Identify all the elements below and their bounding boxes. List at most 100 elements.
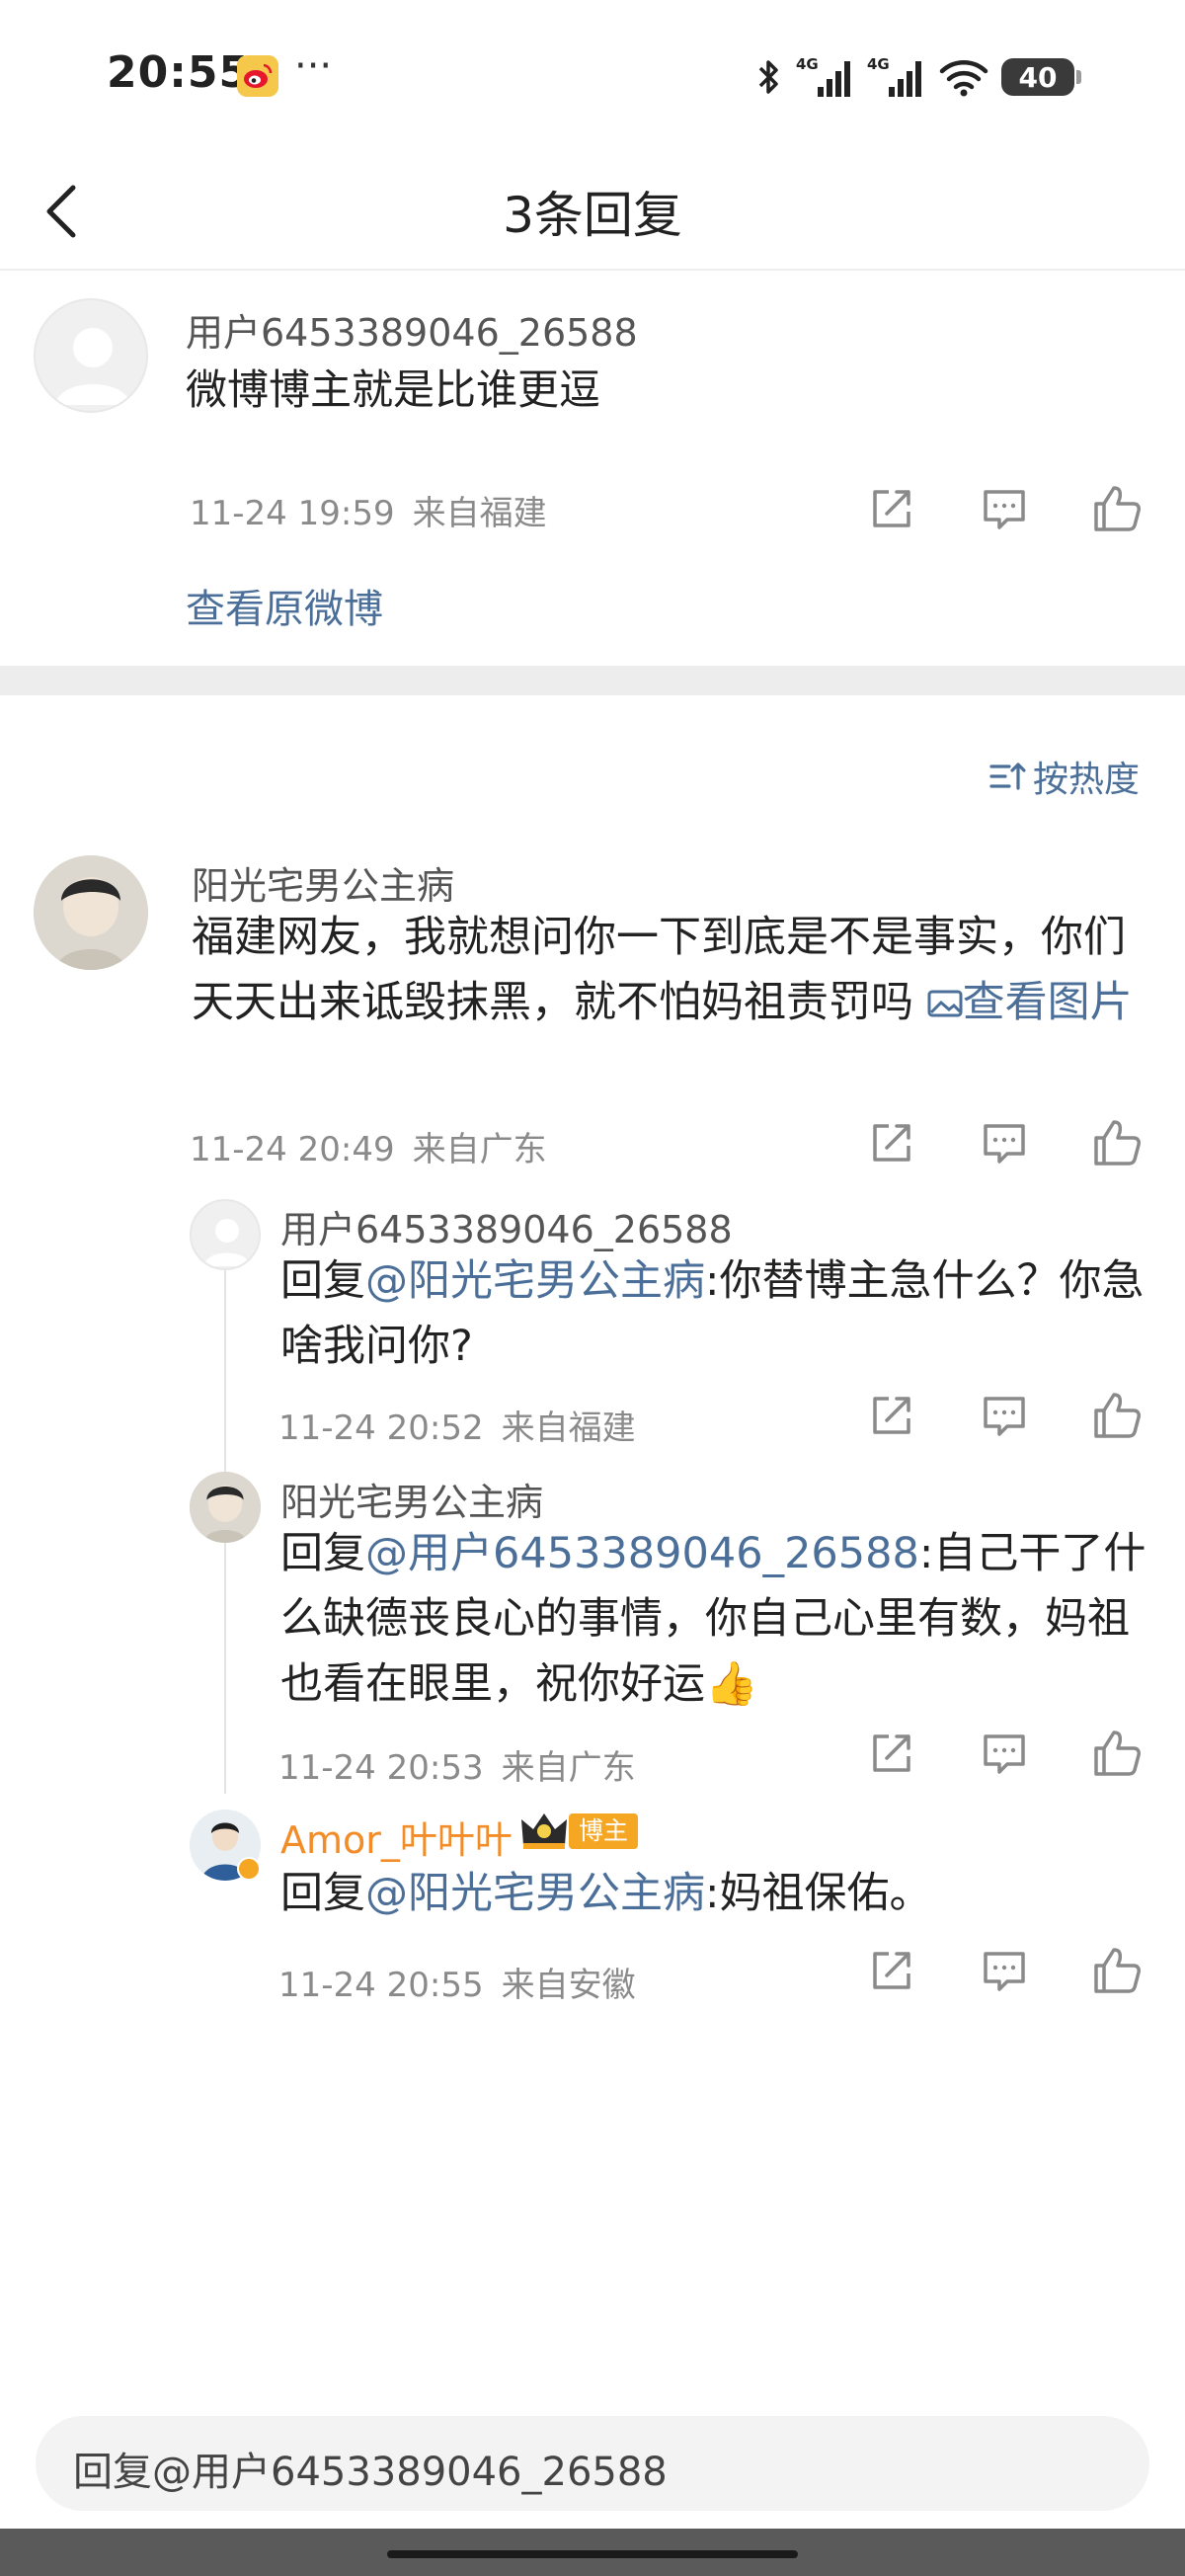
home-indicator[interactable] xyxy=(0,2529,1185,2576)
comment-username[interactable]: 阳光宅男公主病 xyxy=(192,855,454,910)
user-photo-avatar-icon xyxy=(34,855,148,970)
share-icon xyxy=(873,1397,910,1434)
reply-input[interactable]: 回复@用户6453389046_26588 xyxy=(36,2416,1149,2511)
share-button[interactable] xyxy=(865,1389,918,1442)
comment-button[interactable] xyxy=(978,1389,1031,1442)
sort-button[interactable]: 按热度 xyxy=(988,751,1140,802)
reply-username[interactable]: 用户6453389046_26588 xyxy=(280,1199,733,1253)
nav-bar: 3条回复 xyxy=(0,148,1185,271)
status-icons: 4G 4G 40 xyxy=(754,51,1081,103)
share-icon xyxy=(873,490,910,527)
section-divider xyxy=(0,666,1185,695)
reply-meta: 11-24 20:55 来自安徽 xyxy=(278,1958,636,2006)
more-notifications-indicator: ··· xyxy=(294,43,333,89)
sort-icon xyxy=(989,763,1026,790)
default-avatar-icon xyxy=(203,1219,251,1266)
reply-time: 11-24 20:55 xyxy=(278,1966,484,2005)
share-icon xyxy=(873,1734,910,1772)
comment-button[interactable] xyxy=(978,482,1031,535)
share-icon xyxy=(873,1952,910,1989)
reply-location: 来自福建 xyxy=(501,1409,636,1448)
view-image-link[interactable]: 查看图片 xyxy=(927,978,1133,1027)
reply-username[interactable]: 阳光宅男公主病 xyxy=(280,1472,543,1526)
mention-link[interactable]: @用户6453389046_26588 xyxy=(365,1529,919,1578)
thumbs-up-icon xyxy=(1094,1393,1141,1438)
like-button[interactable] xyxy=(1090,1727,1144,1780)
like-button[interactable] xyxy=(1090,1944,1144,1997)
image-icon xyxy=(927,990,963,1017)
reply-username[interactable]: Amor_叶叶叶 xyxy=(280,1810,513,1864)
user-photo-avatar-icon xyxy=(190,1472,261,1543)
comment-icon xyxy=(984,1952,1025,1991)
sort-label: 按热度 xyxy=(1032,760,1140,800)
comment-button[interactable] xyxy=(978,1944,1031,1997)
page-title: 3条回复 xyxy=(503,187,682,244)
network-type-label: 4G xyxy=(796,55,819,73)
view-image-label: 查看图片 xyxy=(962,978,1133,1027)
original-comment: 用户6453389046_26588 微博博主就是比谁更逗 11-24 19:5… xyxy=(0,273,1185,666)
reply-body: :妈祖保佑。 xyxy=(705,1869,932,1918)
reply-text: 回复@用户6453389046_26588:自己干了什么缺德丧良心的事情，你自己… xyxy=(280,1521,1159,1717)
share-icon xyxy=(873,1124,910,1162)
comment-text: 福建网友，我就想问你一下到底是不是事实，你们天天出来诋毁抹黑，就不怕妈祖责罚吗 … xyxy=(192,905,1155,1035)
reply-input-placeholder: 回复@用户6453389046_26588 xyxy=(73,2450,668,2495)
comment-icon xyxy=(984,490,1025,529)
network-type-label-2: 4G xyxy=(867,55,890,73)
status-bar: 20:55 ··· 4G 4G 40 xyxy=(0,0,1185,148)
comment-username[interactable]: 用户6453389046_26588 xyxy=(186,302,638,357)
mention-link[interactable]: @阳光宅男公主病 xyxy=(365,1869,705,1918)
reply-prefix: 回复 xyxy=(280,1256,365,1306)
reply-location: 来自广东 xyxy=(501,1748,636,1788)
signal-icon: 4G xyxy=(796,55,850,97)
reply-time: 11-24 20:53 xyxy=(278,1748,484,1788)
share-button[interactable] xyxy=(865,482,918,535)
comment-button[interactable] xyxy=(978,1116,1031,1169)
reply-location: 来自安徽 xyxy=(501,1966,636,2005)
reply-meta: 11-24 20:52 来自福建 xyxy=(278,1401,636,1449)
thumbs-up-icon xyxy=(1094,486,1141,531)
view-original-link[interactable]: 查看原微博 xyxy=(186,577,383,634)
thumbs-up-icon xyxy=(1094,1731,1141,1776)
comment-time: 11-24 19:59 xyxy=(190,494,395,533)
thumbs-up-emoji: 👍 xyxy=(705,1659,758,1709)
blogger-badge: 博主 xyxy=(569,1813,639,1849)
weibo-icon xyxy=(237,55,278,97)
reply-text: 回复@阳光宅男公主病:你替博主急什么？你急啥我问你? xyxy=(280,1248,1149,1379)
share-button[interactable] xyxy=(865,1944,918,1997)
comment-time: 11-24 20:49 xyxy=(190,1130,395,1169)
comment-icon xyxy=(984,1397,1025,1436)
comment-icon xyxy=(984,1734,1025,1774)
battery-indicator: 40 xyxy=(1001,58,1081,96)
crown-level-icon xyxy=(521,1813,567,1849)
default-avatar-icon xyxy=(55,328,130,405)
avatar[interactable] xyxy=(34,855,148,970)
thumbs-up-icon xyxy=(1094,1948,1141,1993)
reply-text: 回复@阳光宅男公主病:妈祖保佑。 xyxy=(280,1861,1149,1926)
comment-meta: 11-24 20:49 来自广东 xyxy=(190,1122,547,1170)
comment-text: 微博博主就是比谁更逗 xyxy=(186,365,601,414)
thumbs-up-icon xyxy=(1094,1120,1141,1166)
avatar[interactable] xyxy=(190,1199,261,1270)
share-button[interactable] xyxy=(865,1116,918,1169)
mention-link[interactable]: @阳光宅男公主病 xyxy=(365,1256,705,1306)
wifi-icon xyxy=(939,60,988,97)
reply-time: 11-24 20:52 xyxy=(278,1409,484,1448)
share-button[interactable] xyxy=(865,1727,918,1780)
comment-meta: 11-24 19:59 来自福建 xyxy=(190,486,547,534)
like-button[interactable] xyxy=(1090,482,1144,535)
bluetooth-icon xyxy=(758,60,778,94)
reply-meta: 11-24 20:53 来自广东 xyxy=(278,1740,636,1789)
comment-icon xyxy=(984,1124,1025,1164)
like-button[interactable] xyxy=(1090,1389,1144,1442)
avatar[interactable] xyxy=(190,1472,261,1543)
avatar[interactable] xyxy=(34,298,148,413)
reply-prefix: 回复 xyxy=(280,1869,365,1918)
comment-location: 来自福建 xyxy=(412,494,547,533)
comment-location: 来自广东 xyxy=(412,1130,547,1169)
signal-icon-2: 4G xyxy=(867,55,921,97)
verified-badge-icon xyxy=(237,1857,261,1881)
comment-button[interactable] xyxy=(978,1727,1031,1780)
like-button[interactable] xyxy=(1090,1116,1144,1169)
reply-prefix: 回复 xyxy=(280,1529,365,1578)
status-time: 20:55 xyxy=(107,47,251,98)
